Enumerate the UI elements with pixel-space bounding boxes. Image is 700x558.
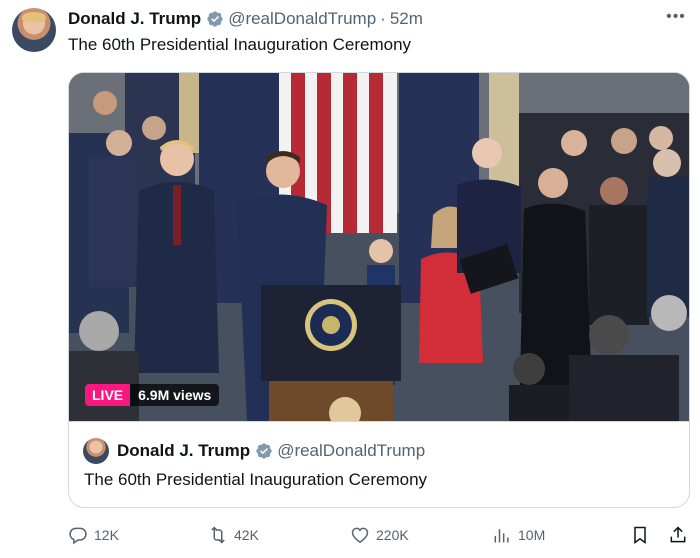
verified-badge-icon (207, 11, 223, 27)
separator-dot: · (380, 9, 386, 28)
verified-badge-icon (256, 443, 272, 459)
reply-button[interactable]: 12K (68, 522, 119, 548)
more-options-icon[interactable]: ••• (664, 8, 688, 30)
action-bar: 12K 42K 220K 10M (68, 522, 690, 548)
author-avatar[interactable] (12, 8, 56, 52)
like-button[interactable]: 220K (350, 522, 409, 548)
quoted-post[interactable]: Donald J. Trump @realDonaldTrump The 60t… (69, 421, 689, 507)
author-handle[interactable]: @realDonaldTrump (228, 9, 376, 29)
like-icon (351, 527, 369, 543)
post-time[interactable]: 52m (390, 9, 423, 29)
live-label: LIVE (85, 384, 131, 406)
views-count: 10M (518, 527, 546, 543)
bookmark-icon (634, 526, 646, 544)
quoted-author-name: Donald J. Trump (117, 441, 251, 460)
quoted-post-text: The 60th Presidential Inauguration Cerem… (84, 470, 428, 489)
live-view-count: 6.9M views (130, 384, 220, 406)
embedded-media-card[interactable]: LIVE 6.9M views Donald J. Trump @realDon… (68, 72, 690, 508)
quoted-author-avatar (83, 438, 109, 464)
repost-button[interactable]: 42K (208, 522, 259, 548)
views-icon (494, 529, 509, 543)
live-video-frame[interactable]: LIVE 6.9M views (69, 73, 689, 421)
quoted-post-header: Donald J. Trump @realDonaldTrump (117, 440, 425, 462)
video-scene (69, 73, 689, 421)
live-status-badge: LIVE 6.9M views (85, 384, 220, 406)
repost-icon (211, 526, 225, 544)
reply-icon (69, 527, 87, 545)
repost-count: 42K (234, 527, 259, 543)
share-icon (670, 526, 686, 543)
views-button[interactable]: 10M (492, 522, 545, 548)
post-text: The 60th Presidential Inauguration Cerem… (68, 35, 412, 54)
presidential-podium (261, 285, 401, 421)
quoted-author-handle: @realDonaldTrump (277, 441, 426, 460)
share-button[interactable] (668, 522, 688, 548)
like-count: 220K (376, 527, 409, 543)
author-name[interactable]: Donald J. Trump (68, 9, 201, 29)
bookmark-button[interactable] (630, 522, 650, 548)
post-header: Donald J. Trump @realDonaldTrump · 52m (68, 8, 423, 30)
reply-count: 12K (94, 527, 119, 543)
